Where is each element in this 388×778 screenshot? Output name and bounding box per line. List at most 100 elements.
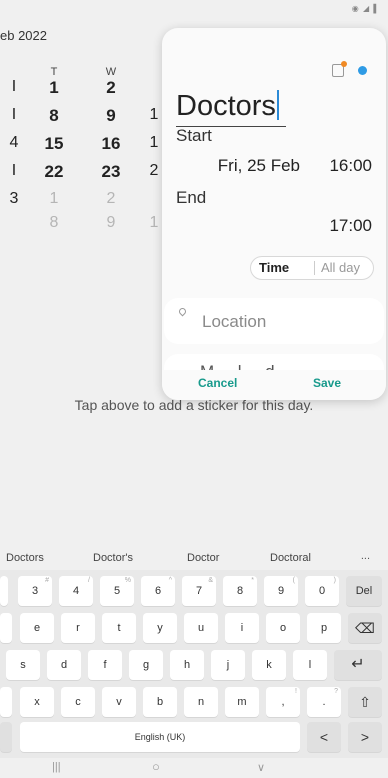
enter-icon[interactable]: ↵ [334, 650, 382, 680]
event-title-input[interactable]: Doctors [176, 90, 279, 123]
calendar-day[interactable]: 16 [97, 134, 125, 154]
key-label: 9 [277, 585, 285, 597]
sticker-icon[interactable] [332, 61, 347, 77]
end-time[interactable]: 17:00 [329, 216, 372, 236]
calendar-day[interactable]: 2 [97, 78, 125, 98]
key-n[interactable]: n [184, 687, 218, 717]
calendar-month-label: eb 2022 [0, 28, 47, 43]
key-x[interactable]: x [20, 687, 54, 717]
key-r[interactable]: r [61, 613, 95, 643]
shift-icon[interactable]: ⇧ [348, 687, 382, 717]
cursor-right-key[interactable]: > [348, 722, 382, 752]
cursor-left-key[interactable]: < [307, 722, 341, 752]
status-icons: ◉ ◢ ▌ [351, 4, 380, 13]
key-4[interactable]: 4/ [59, 576, 93, 606]
calendar-day-next-month[interactable]: 1 [40, 190, 68, 208]
calendar-day-partial-left[interactable]: I [0, 78, 28, 96]
calendar-day[interactable]: 1 [40, 78, 68, 98]
key-i[interactable]: i [225, 613, 259, 643]
calendar-day[interactable]: 8 [40, 106, 68, 126]
calendar-day[interactable]: 15 [40, 134, 68, 154]
delete-button[interactable]: Del [346, 576, 382, 606]
more-suggestions-button[interactable]: ... [361, 550, 370, 562]
location-field[interactable]: Location [164, 298, 384, 344]
key-hint: * [251, 577, 254, 584]
start-time[interactable]: 16:00 [329, 156, 372, 176]
weekday-header-wed: W [105, 66, 117, 78]
save-button[interactable]: Save [313, 376, 341, 390]
calendar-day-next-month[interactable]: 9 [97, 214, 125, 232]
status-bar: ◉ ◢ ▌ [0, 0, 388, 20]
calendar-day-partial-left[interactable]: 3 [0, 190, 28, 208]
key-f[interactable]: f [88, 650, 122, 680]
start-date[interactable]: Fri, 25 Feb [218, 156, 300, 176]
key-8[interactable]: 8 * [223, 576, 257, 606]
key-t[interactable]: t [102, 613, 136, 643]
calendar-day-partial-left[interactable]: I [0, 162, 28, 180]
key-3[interactable]: 3 # [18, 576, 52, 606]
key-partial[interactable] [0, 576, 8, 606]
key-hint: ! [295, 688, 297, 695]
key-c[interactable]: c [61, 687, 95, 717]
key-9[interactable]: 9( [264, 576, 298, 606]
key-e[interactable]: e [20, 613, 54, 643]
key-label: 8 [236, 585, 244, 597]
back-icon[interactable]: ∨ [257, 761, 265, 774]
key-h[interactable]: h [170, 650, 204, 680]
key-period[interactable]: .? [307, 687, 341, 717]
home-icon[interactable]: ○ [152, 759, 160, 774]
key-hint: ? [334, 688, 338, 695]
calendar-day[interactable]: 22 [40, 162, 68, 182]
calendar-day[interactable]: 9 [97, 106, 125, 126]
key-o[interactable]: o [266, 613, 300, 643]
key-d[interactable]: d [47, 650, 81, 680]
calendar-day-partial-left[interactable]: I [0, 106, 28, 124]
backspace-icon[interactable]: ⌫ [348, 613, 382, 643]
recents-icon[interactable]: ||| [52, 761, 61, 773]
time-allday-toggle: Time All day [250, 256, 374, 280]
key-p[interactable]: p [307, 613, 341, 643]
key-u[interactable]: u [184, 613, 218, 643]
key-0[interactable]: 0) [305, 576, 339, 606]
key-hint: % [124, 577, 131, 584]
key-l[interactable]: l [293, 650, 327, 680]
space-bar[interactable]: English (UK) [20, 722, 300, 752]
key-comma[interactable]: ,! [266, 687, 300, 717]
toggle-all-day-option[interactable]: All day [321, 260, 360, 275]
suggestion-item[interactable]: Doctor [187, 552, 219, 564]
suggestion-item[interactable]: Doctoral [270, 552, 311, 564]
event-color-dot[interactable] [358, 66, 367, 75]
key-v[interactable]: v [102, 687, 136, 717]
toggle-time-option[interactable]: Time [259, 260, 289, 275]
calendar-day-partial-left[interactable]: 4 [0, 134, 28, 152]
key-m[interactable]: m [225, 687, 259, 717]
key-y[interactable]: y [143, 613, 177, 643]
key-partial[interactable] [0, 613, 12, 643]
key-label: . [322, 696, 326, 708]
calendar-day[interactable]: 23 [97, 162, 125, 182]
start-label: Start [176, 126, 212, 145]
key-hint: ^ [168, 577, 172, 584]
suggestion-item[interactable]: Doctors [6, 552, 44, 564]
key-k[interactable]: k [252, 650, 286, 680]
suggestion-item[interactable]: Doctor's [93, 552, 133, 564]
key-label: 6 [154, 585, 162, 597]
key-g[interactable]: g [129, 650, 163, 680]
cancel-button[interactable]: Cancel [198, 376, 237, 390]
key-partial[interactable] [0, 722, 12, 752]
location-pin-icon [177, 306, 188, 317]
key-j[interactable]: j [211, 650, 245, 680]
key-label: 4 [72, 585, 80, 597]
location-placeholder: Location [202, 312, 267, 331]
calendar-day-next-month[interactable]: 8 [40, 214, 68, 232]
key-label: 5 [113, 585, 121, 597]
keyboard: 3 # 4/ 5% 6 ^ 7 & 8 * 9( 0) Del e r t y u i … [0, 570, 388, 758]
key-7[interactable]: 7 & [182, 576, 216, 606]
calendar-day-next-month[interactable]: 2 [97, 190, 125, 208]
key-b[interactable]: b [143, 687, 177, 717]
key-5[interactable]: 5% [100, 576, 134, 606]
key-s[interactable]: s [6, 650, 40, 680]
key-6[interactable]: 6 ^ [141, 576, 175, 606]
key-hint: # [45, 577, 49, 584]
key-partial[interactable] [0, 687, 12, 717]
